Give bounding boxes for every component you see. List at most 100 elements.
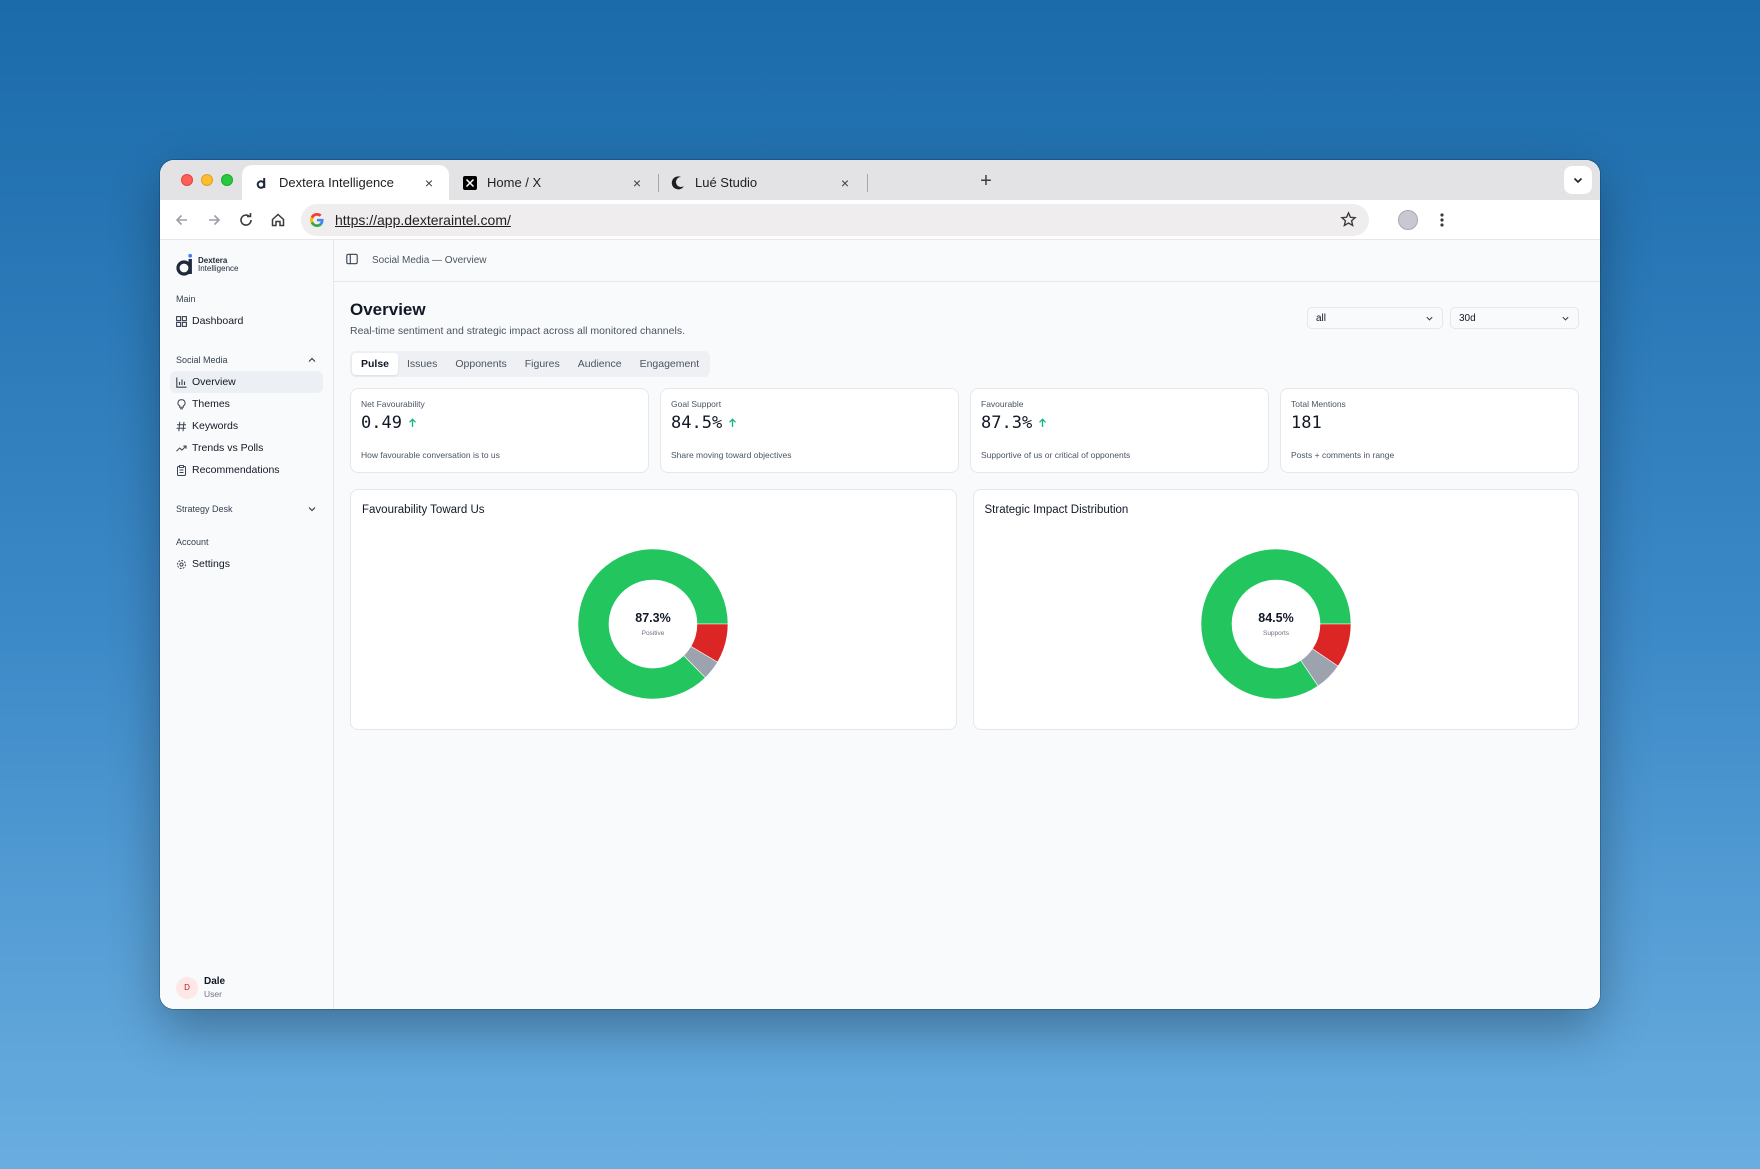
sidebar-toggle-icon[interactable] <box>346 252 358 270</box>
breadcrumb: Social Media — Overview <box>372 255 487 266</box>
donut-center-label: Supports <box>1263 630 1290 637</box>
user-profile[interactable]: D Dale User <box>176 976 225 999</box>
section-label-social-media[interactable]: Social Media <box>176 353 323 367</box>
sidebar-item-dashboard[interactable]: Dashboard <box>170 310 323 332</box>
sidebar-item-label: Recommendations <box>192 464 280 476</box>
favourability-donut-chart: 87.3% Positive <box>577 548 729 700</box>
clipboard-icon <box>176 464 187 476</box>
arrow-up-icon <box>1038 418 1047 428</box>
back-button[interactable] <box>170 208 194 232</box>
section-label-strategy-desk[interactable]: Strategy Desk <box>176 502 323 516</box>
tab-pulse[interactable]: Pulse <box>352 353 399 375</box>
chevron-up-icon[interactable] <box>307 355 317 365</box>
arrow-right-icon <box>209 214 221 226</box>
tab-close-icon[interactable]: × <box>629 175 645 191</box>
tab-separator <box>867 174 868 192</box>
hash-icon <box>176 421 187 432</box>
lightbulb-icon <box>176 398 187 410</box>
sidebar-item-themes[interactable]: Themes <box>170 393 323 415</box>
tab-title: Home / X <box>487 175 542 190</box>
close-window-button[interactable] <box>181 174 193 186</box>
sidebar-item-label: Themes <box>192 398 230 410</box>
logo-line-2: Intelligence <box>198 264 239 273</box>
window-controls <box>181 174 233 186</box>
new-tab-button[interactable]: + <box>972 167 1000 195</box>
range-select-value: 30d <box>1459 312 1476 324</box>
profile-avatar[interactable] <box>1398 210 1418 230</box>
kpi-card-net-favourability: Net Favourability 0.49 How favourable co… <box>350 388 649 473</box>
chart-title: Favourability Toward Us <box>362 504 485 516</box>
browser-tab-lue[interactable]: Lué Studio × <box>658 165 865 200</box>
kpi-label: Net Favourability <box>361 399 425 409</box>
browser-tab-x[interactable]: Home / X × <box>450 165 657 200</box>
strategic-impact-donut-chart: 84.5% Supports <box>1200 548 1352 700</box>
arrow-up-icon <box>408 418 417 428</box>
address-bar[interactable]: https://app.dexteraintel.com/ <box>301 204 1369 236</box>
tab-strip: Dextera Intelligence × Home / X × Lué St… <box>160 160 1600 200</box>
user-info: Dale User <box>198 976 225 999</box>
tab-close-icon[interactable]: × <box>837 175 853 191</box>
dextera-logo-icon <box>176 253 193 276</box>
minimize-window-button[interactable] <box>201 174 213 186</box>
home-icon <box>271 213 285 227</box>
more-vertical-icon <box>1440 213 1444 227</box>
donut-center-value: 87.3% <box>636 611 671 625</box>
bookmark-star-icon[interactable] <box>1340 211 1357 233</box>
kpi-value: 0.49 <box>361 413 402 433</box>
kpi-row: Net Favourability 0.49 How favourable co… <box>350 388 1579 473</box>
tab-close-icon[interactable]: × <box>421 175 437 191</box>
chevron-down-icon[interactable] <box>307 504 317 514</box>
reload-button[interactable] <box>234 208 258 232</box>
sidebar-item-keywords[interactable]: Keywords <box>170 415 323 437</box>
reload-icon <box>240 213 252 226</box>
kpi-value: 84.5% <box>671 413 723 433</box>
donut-center-value: 84.5% <box>1258 611 1293 625</box>
kpi-description: How favourable conversation is to us <box>361 450 500 460</box>
tab-search-button[interactable] <box>1564 166 1592 194</box>
sidebar-item-label: Dashboard <box>192 315 244 327</box>
browser-toolbar: https://app.dexteraintel.com/ <box>160 200 1600 240</box>
browser-window: Dextera Intelligence × Home / X × Lué St… <box>160 160 1600 1009</box>
sidebar: Dextera Intelligence Main Dashboard Soci… <box>160 240 334 1009</box>
kpi-value: 181 <box>1291 413 1322 433</box>
kpi-label: Favourable <box>981 399 1024 409</box>
home-button[interactable] <box>266 208 290 232</box>
chevron-down-icon <box>1573 177 1583 184</box>
forward-button[interactable] <box>202 208 226 232</box>
kpi-description: Posts + comments in range <box>1291 450 1395 460</box>
sidebar-item-trends-vs-polls[interactable]: Trends vs Polls <box>170 437 323 459</box>
sidebar-item-overview[interactable]: Overview <box>170 371 323 393</box>
kpi-description: Supportive of us or critical of opponent… <box>981 450 1131 460</box>
browser-tab-dextera[interactable]: Dextera Intelligence × <box>242 165 449 200</box>
kpi-card-total-mentions: Total Mentions 181 Posts + comments in r… <box>1280 388 1579 473</box>
sidebar-item-label: Keywords <box>192 420 239 432</box>
sidebar-item-recommendations[interactable]: Recommendations <box>170 459 323 481</box>
trending-up-icon <box>176 443 187 454</box>
section-label-text: Main <box>176 294 196 304</box>
sidebar-item-settings[interactable]: Settings <box>170 553 323 575</box>
section-label-main: Main <box>176 292 323 306</box>
tab-opponents[interactable]: Opponents <box>446 353 515 375</box>
kpi-label: Total Mentions <box>1291 399 1346 409</box>
tab-audience[interactable]: Audience <box>569 353 631 375</box>
range-select[interactable]: 30d <box>1450 307 1579 329</box>
tab-title: Dextera Intelligence <box>279 175 394 190</box>
gear-icon <box>176 559 187 570</box>
section-label-account: Account <box>176 535 323 549</box>
avatar: D <box>176 976 198 999</box>
app-root: Dextera Intelligence Main Dashboard Soci… <box>160 240 1600 1009</box>
tab-figures[interactable]: Figures <box>516 353 569 375</box>
donut-center-label: Positive <box>642 630 665 637</box>
chevron-down-icon <box>1562 316 1569 321</box>
bar-chart-icon <box>176 377 187 388</box>
browser-menu-button[interactable] <box>1430 208 1454 232</box>
tab-engagement[interactable]: Engagement <box>631 353 709 375</box>
sidebar-item-label: Overview <box>192 376 236 388</box>
kpi-value-row: 87.3% <box>981 413 1258 433</box>
tab-issues[interactable]: Issues <box>398 353 446 375</box>
app-logo[interactable]: Dextera Intelligence <box>176 251 323 279</box>
maximize-window-button[interactable] <box>221 174 233 186</box>
logo-wordmark: Dextera Intelligence <box>198 257 238 273</box>
channel-select[interactable]: all <box>1307 307 1443 329</box>
main-content: Social Media — Overview Overview Real-ti… <box>334 240 1600 1009</box>
